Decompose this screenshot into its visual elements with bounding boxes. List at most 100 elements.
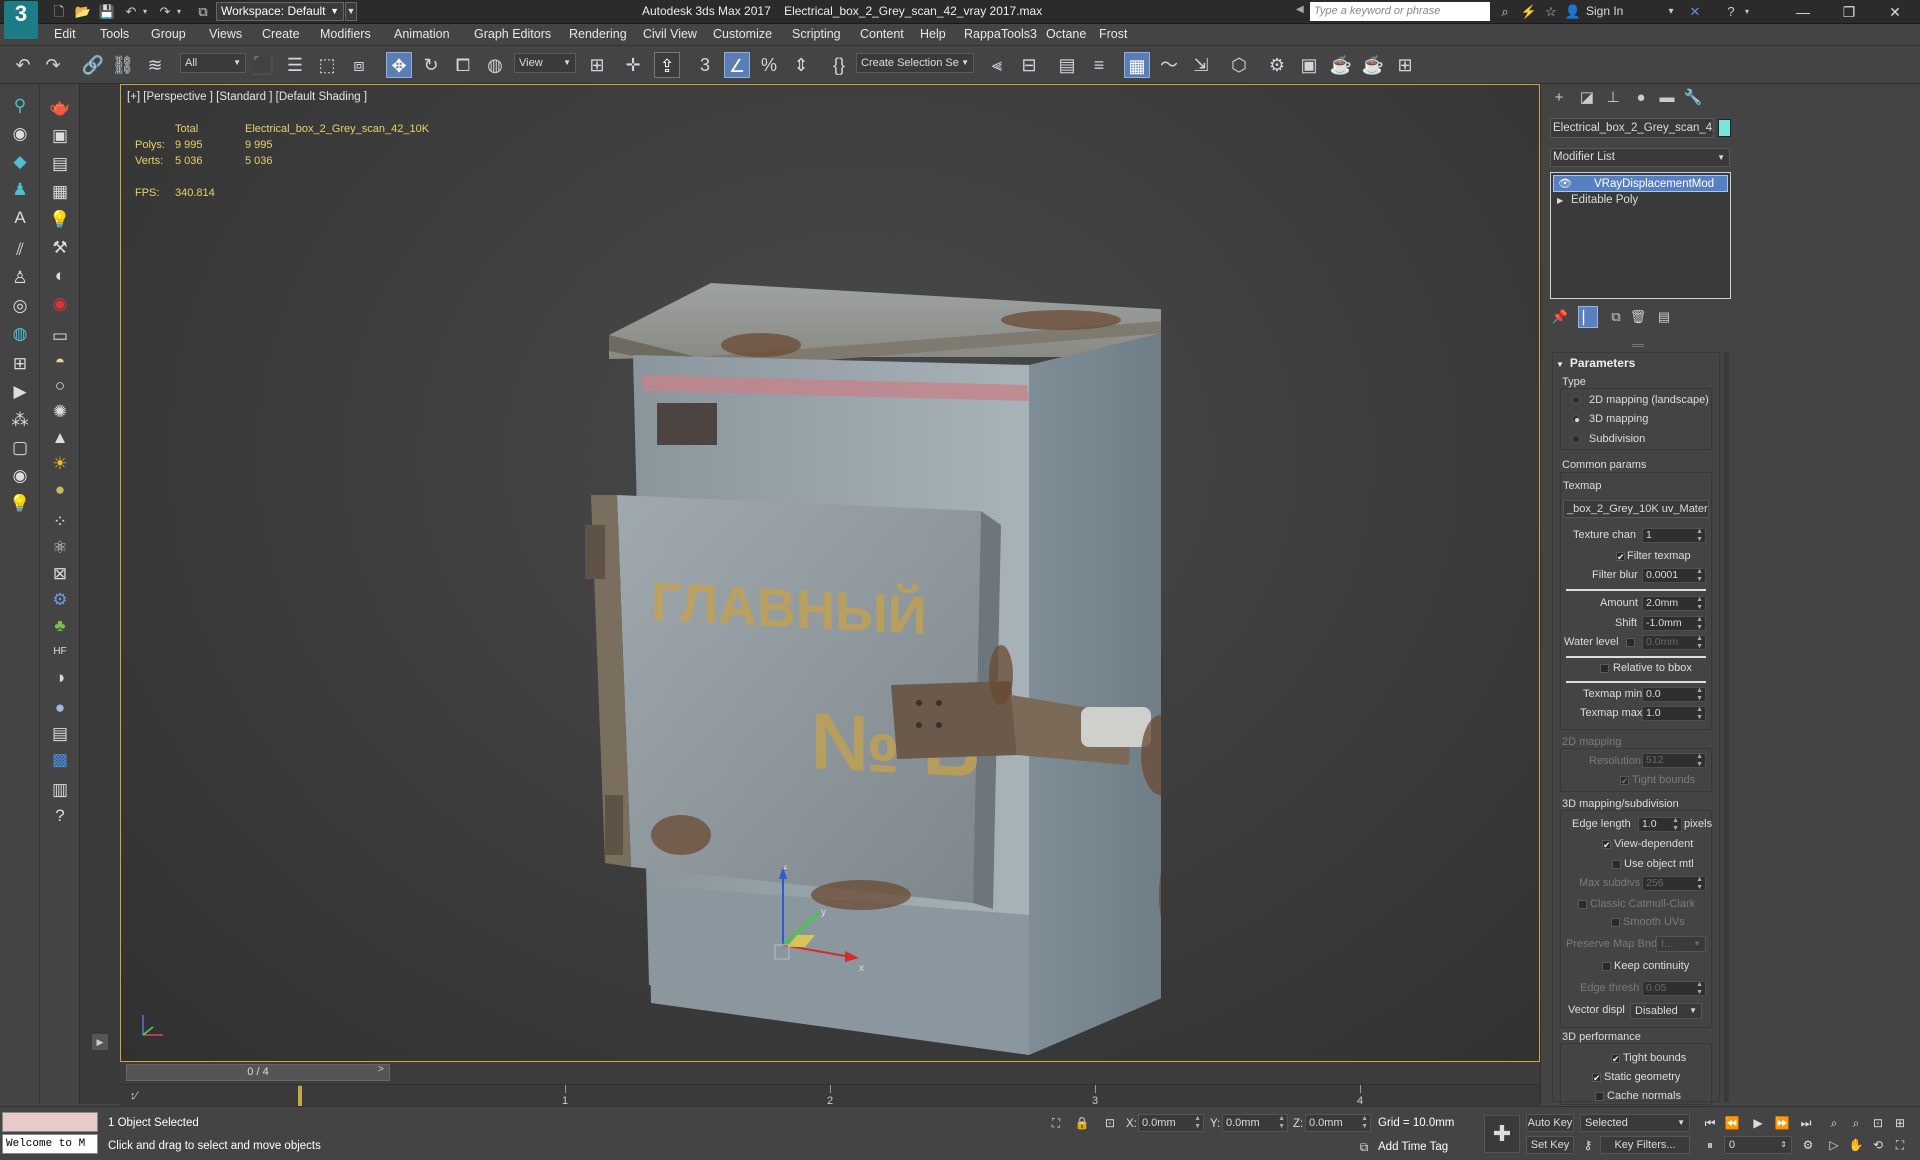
current-frame-field[interactable]: 0 ⇕ <box>1724 1136 1792 1154</box>
new-file-icon[interactable]: 🗋 <box>50 3 68 21</box>
select-and-scale-icon[interactable]: ⧠ <box>450 52 476 78</box>
y-coordinate-field[interactable]: 0.0mm ▲ ▼ <box>1222 1114 1288 1132</box>
named-selection-dropdown[interactable]: Create Selection Se ▼ <box>856 53 974 73</box>
mirror-icon[interactable]: ⫷ <box>984 52 1010 78</box>
key-mode-toggle-icon[interactable]: ⚷ <box>1580 1137 1596 1153</box>
next-frame-icon[interactable]: ⏩ <box>1772 1113 1792 1133</box>
dome-light-icon[interactable]: ◐ <box>47 264 73 288</box>
x-coordinate-field[interactable]: 0.0mm ▲ ▼ <box>1138 1114 1204 1132</box>
select-and-move-icon[interactable]: ✥ <box>386 52 412 78</box>
link-icon[interactable]: 🔗 <box>80 52 106 78</box>
cache-normals-checkbox[interactable] <box>1595 1092 1604 1101</box>
script-icon[interactable]: ▥ <box>47 778 73 802</box>
move-gizmo[interactable]: z y x <box>761 865 881 985</box>
stack-item-vraydisplacement[interactable]: 👁 VRayDisplacementMod <box>1553 175 1728 192</box>
z-coordinate-field[interactable]: 0.0mm ▲ ▼ <box>1305 1114 1371 1132</box>
search-input[interactable]: Type a keyword or phrase <box>1310 2 1490 21</box>
eye-icon[interactable]: ◉ <box>7 464 33 488</box>
menu-frost[interactable]: Frost <box>1099 27 1127 41</box>
water-level-checkbox[interactable] <box>1626 638 1635 647</box>
plane-icon[interactable]: ▭ <box>47 324 73 348</box>
classic-cc-checkbox[interactable] <box>1578 900 1587 909</box>
preserve-map-dropdown[interactable]: I... ▼ <box>1656 936 1706 952</box>
hair-fur-icon[interactable]: HF <box>47 640 73 664</box>
grid-icon[interactable]: ⊞ <box>7 352 33 376</box>
texmap-max-spinner[interactable]: 1.0 ▲ ▼ <box>1642 706 1706 721</box>
curve-editor-mini-icon[interactable]: ↕∕ <box>130 1090 137 1102</box>
menu-views[interactable]: Views <box>209 27 242 41</box>
ball-icon[interactable]: ◑ <box>47 666 73 690</box>
pin-stack-icon[interactable]: 📌 <box>1550 306 1570 328</box>
menu-customize[interactable]: Customize <box>713 27 772 41</box>
text-panel-icon[interactable]: ▤ <box>47 152 73 176</box>
select-and-rotate-icon[interactable]: ↻ <box>418 52 444 78</box>
selection-filter-dropdown[interactable]: All ▼ <box>180 53 246 73</box>
undo-icon[interactable]: ↶ <box>10 52 36 78</box>
binoculars-icon[interactable]: ⌕ <box>1496 3 1514 21</box>
filter-texmap-checkbox[interactable]: ✔ <box>1616 552 1625 562</box>
zoom-all-icon[interactable]: ⌕ <box>1846 1113 1866 1133</box>
molecule-icon[interactable]: ⚛ <box>47 536 73 560</box>
texmap-button[interactable]: _box_2_Grey_10K uv_Materia <box>1563 500 1709 518</box>
minimize-button[interactable]: — <box>1780 0 1826 24</box>
quick-access-dropdown[interactable]: ▼ <box>345 2 357 21</box>
gear-blue-icon[interactable]: ⚙ <box>47 588 73 612</box>
schematic-view-icon[interactable]: ⇲ <box>1188 52 1214 78</box>
close-button[interactable]: ✕ <box>1872 0 1918 24</box>
pivot-center-icon[interactable]: ⊞ <box>584 52 610 78</box>
reference-coordinate-dropdown[interactable]: View ▼ <box>514 53 576 73</box>
bind-space-warp-icon[interactable]: ≋ <box>142 52 168 78</box>
layer-explorer-icon[interactable]: ≡ <box>1086 52 1112 78</box>
scatter-icon[interactable]: ⁘ <box>47 510 73 534</box>
camera-icon[interactable]: ◆ <box>7 150 33 174</box>
amount-spinner[interactable]: 2.0mm ▲ ▼ <box>1642 596 1706 611</box>
lock-selection-icon[interactable]: 🔒 <box>1074 1115 1090 1131</box>
texmap-min-spinner[interactable]: 0.0 ▲ ▼ <box>1642 687 1706 702</box>
menu-scripting[interactable]: Scripting <box>792 27 841 41</box>
biped-icon[interactable]: ♙ <box>7 266 33 290</box>
modifier-list-dropdown[interactable]: Modifier List ▼ <box>1550 148 1730 167</box>
grass-icon[interactable]: ♣ <box>47 614 73 638</box>
subscription-icon[interactable]: ⚡ <box>1520 3 1538 21</box>
project-folder-icon[interactable]: ⧉ <box>194 3 212 21</box>
menu-octane[interactable]: Octane <box>1046 27 1086 41</box>
zoom-icon[interactable]: ⌕ <box>1824 1113 1844 1133</box>
texture-chan-spinner[interactable]: 1 ▲ ▼ <box>1642 528 1706 543</box>
show-end-result-icon[interactable]: ▏ <box>1578 306 1598 328</box>
static-geometry-checkbox[interactable]: ✔ <box>1592 1073 1601 1083</box>
go-to-end-icon[interactable]: ⏭ <box>1796 1113 1816 1133</box>
resolution-spinner[interactable]: 512 ▲ ▼ <box>1642 753 1706 768</box>
help-dropdown-icon[interactable]: ▾ <box>1738 3 1756 21</box>
track-bar[interactable]: ↕∕ 1 2 3 4 <box>120 1084 1540 1107</box>
redo-dropdown-icon[interactable]: ▾ <box>170 3 188 21</box>
key-mode-dropdown[interactable]: Selected ▼ <box>1580 1114 1690 1132</box>
light-icon[interactable]: 💡 <box>47 208 73 232</box>
auto-key-button[interactable]: Auto Key <box>1526 1114 1574 1132</box>
edit-named-selection-icon[interactable]: {} <box>826 52 852 78</box>
time-slider[interactable]: 0 / 4 <box>126 1064 390 1081</box>
render-region-icon[interactable]: ▩ <box>47 748 73 772</box>
edge-thresh-spinner[interactable]: 0.05 ▲ ▼ <box>1642 981 1706 996</box>
restore-button[interactable]: ❐ <box>1826 0 1872 24</box>
toggle-ribbon-icon[interactable]: ▦ <box>1124 52 1150 78</box>
menu-group[interactable]: Group <box>151 27 186 41</box>
select-by-name-icon[interactable]: ☰ <box>282 52 308 78</box>
undo-dropdown-icon[interactable]: ▾ <box>136 3 154 21</box>
help-circle-icon[interactable]: ? <box>47 804 73 828</box>
motion-tab-icon[interactable]: ● <box>1630 88 1652 108</box>
absolute-mode-icon[interactable]: ⊡ <box>1102 1115 1118 1131</box>
menu-edit[interactable]: Edit <box>54 27 76 41</box>
pan-icon[interactable]: ✋ <box>1846 1135 1866 1155</box>
go-to-start-icon[interactable]: ⏮ <box>1700 1113 1720 1133</box>
water-level-spinner[interactable]: 0.0mm ▲ ▼ <box>1642 635 1706 650</box>
view-dependent-checkbox[interactable]: ✔ <box>1602 840 1611 850</box>
snaps-toggle-icon[interactable]: 3 <box>692 52 718 78</box>
globe-icon[interactable]: ◍ <box>7 322 33 346</box>
select-and-place-icon[interactable]: ◍ <box>482 52 508 78</box>
panel-divider[interactable] <box>1632 344 1644 347</box>
expand-panel-button[interactable]: ▶ <box>92 1034 108 1050</box>
sign-in-button[interactable]: Sign In <box>1586 4 1623 18</box>
filter-blur-spinner[interactable]: 0.0001 ▲ ▼ <box>1642 568 1706 583</box>
menu-content[interactable]: Content <box>860 27 904 41</box>
settings-panel-icon[interactable]: ▤ <box>47 722 73 746</box>
